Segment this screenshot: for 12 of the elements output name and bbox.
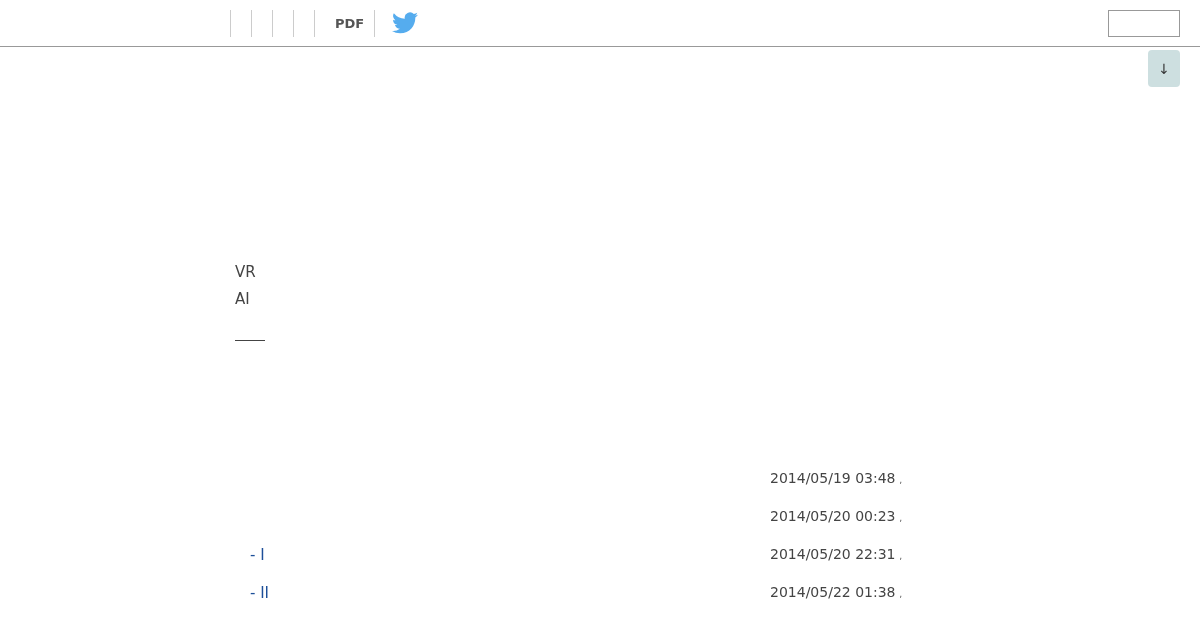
entry-date: 2014/05/19 03:48 , (770, 470, 904, 486)
entry-date: 2014/05/20 22:31 , (770, 546, 904, 562)
entry-link[interactable]: - II (250, 584, 270, 602)
text-line: AI (235, 289, 251, 310)
bird-icon[interactable] (392, 12, 419, 34)
entry-date: 2014/05/20 00:23 , (770, 508, 904, 524)
search-field[interactable] (1108, 9, 1180, 37)
scroll-down-button[interactable]: ↓ (1148, 50, 1180, 87)
text-line: VR (235, 262, 257, 283)
entry-link[interactable]: - I (250, 546, 265, 564)
pdf-button[interactable]: PDF (325, 9, 376, 37)
entry-date: 2014/05/22 01:38 , (770, 584, 904, 600)
